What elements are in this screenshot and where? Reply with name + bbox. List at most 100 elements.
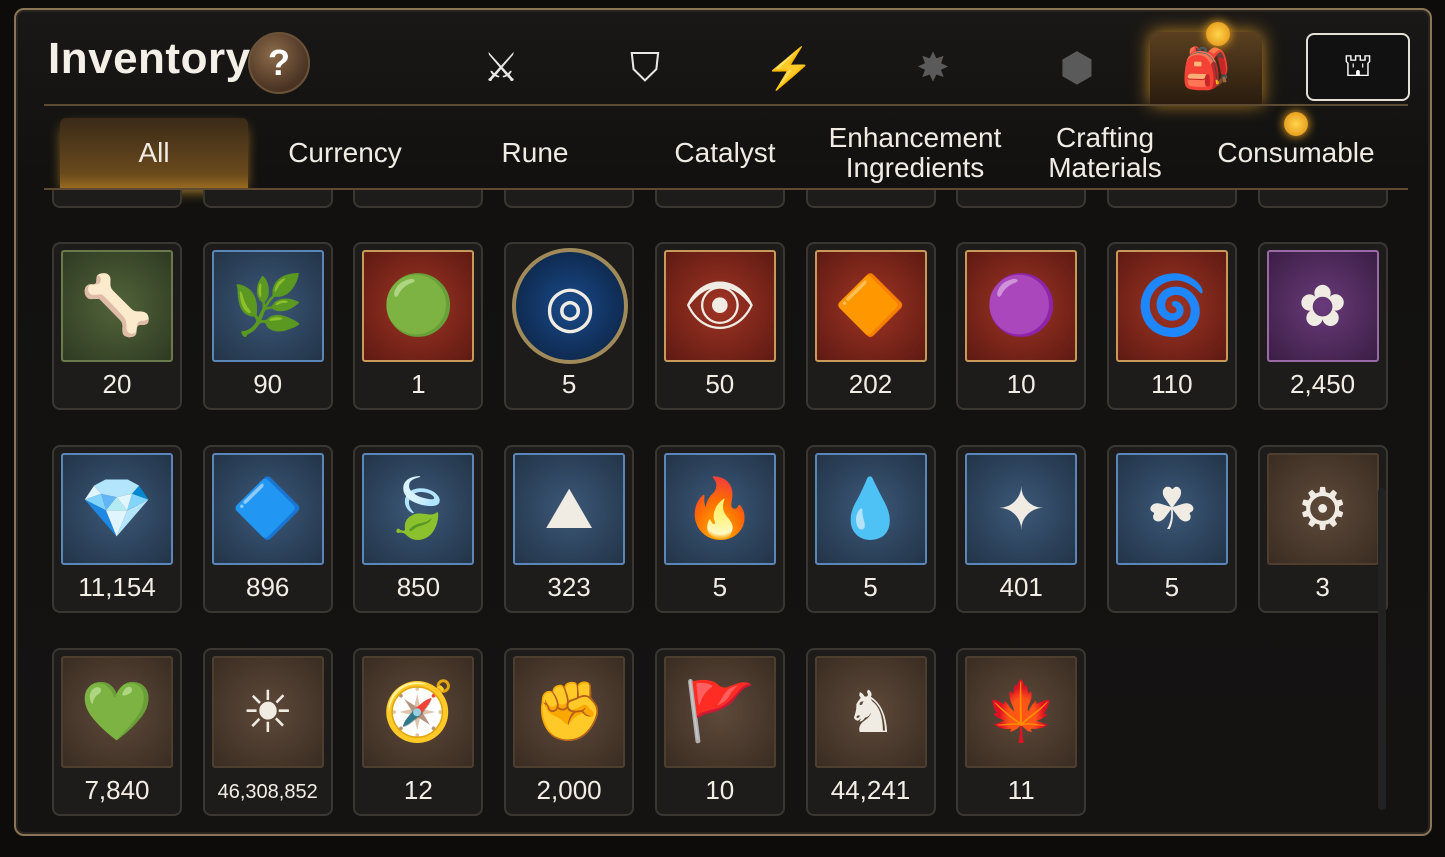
tab-label: Enhancement Ingredients: [828, 122, 1002, 183]
rune-orb-icon: ◎: [512, 248, 629, 364]
category-skill-button[interactable]: ⚡: [734, 32, 844, 104]
help-label: ?: [268, 42, 290, 83]
item-slot[interactable]: 💚 7,840: [52, 648, 182, 816]
item-count: 850: [396, 572, 441, 602]
item-count: 1: [411, 369, 426, 399]
item-slot[interactable]: 🍃 850: [353, 445, 484, 613]
partial-item-slot[interactable]: [956, 190, 1087, 208]
item-count: 46,308,852: [217, 781, 318, 803]
tab-all[interactable]: All: [60, 118, 248, 188]
fist-emblem-icon: ✊: [513, 656, 626, 768]
sun-coin-icon: ☀: [211, 656, 324, 768]
notification-dot: [1206, 22, 1230, 46]
item-count: 5: [1164, 572, 1180, 602]
page-title: Inventory: [48, 34, 251, 83]
coil-icon: 🌀: [1115, 250, 1228, 362]
category-bag-button[interactable]: 🎒: [1150, 32, 1262, 104]
item-count: 323: [547, 572, 591, 602]
partial-item-slot[interactable]: [52, 190, 182, 208]
item-slot[interactable]: 🌿 90: [202, 242, 333, 410]
item-count: 7,840: [84, 775, 150, 805]
root-icon: 🌿: [211, 250, 324, 362]
category-equipment-button[interactable]: ⚔: [446, 32, 556, 104]
war-banner-icon: 🚩: [663, 656, 776, 768]
partial-item-slot[interactable]: [654, 190, 785, 208]
tab-label: Catalyst: [674, 137, 776, 168]
disc-icon: 🟣: [965, 250, 1078, 362]
tab-currency[interactable]: Currency: [250, 118, 440, 188]
tab-label: Consumable: [1217, 137, 1375, 168]
claw-icon: 🦴: [61, 250, 173, 362]
flower-ring-icon: ✿: [1266, 250, 1379, 362]
item-slot[interactable]: 🔶 202: [805, 242, 936, 410]
item-slot[interactable]: 🍁 11: [956, 648, 1087, 816]
red-leaf-icon: 🍁: [965, 656, 1078, 768]
item-count: 2,450: [1290, 369, 1356, 399]
crossed-shield-icon: ⛉: [630, 45, 660, 90]
item-slot[interactable]: ☘ 5: [1106, 445, 1237, 613]
help-button[interactable]: ?: [248, 32, 310, 94]
category-emblem-button[interactable]: ✸: [878, 32, 988, 104]
item-slot[interactable]: ⛰ 323: [504, 445, 635, 613]
tab-bar: All Currency Rune Catalyst Enhancement I…: [60, 118, 1400, 188]
tab-label: Currency: [288, 137, 402, 168]
item-slot[interactable]: 🚩 10: [654, 648, 785, 816]
category-cube-button[interactable]: ⬢: [1022, 32, 1132, 104]
item-count: 10: [705, 775, 735, 805]
eye-crest-icon: 👁: [663, 250, 776, 362]
item-count: 10: [1006, 369, 1036, 399]
item-slot[interactable]: 🟢 1: [353, 242, 484, 410]
item-slot[interactable]: 🟣 10: [956, 242, 1087, 410]
partial-item-slot[interactable]: [504, 190, 635, 208]
item-slot[interactable]: ✦ 401: [956, 445, 1087, 613]
item-count: 11: [1007, 775, 1035, 805]
tab-catalyst[interactable]: Catalyst: [630, 118, 820, 188]
leaf-icon: 🍃: [362, 453, 475, 565]
item-slot[interactable]: 💧 5: [805, 445, 936, 613]
partial-item-slot[interactable]: [805, 190, 936, 208]
item-count: 12: [403, 775, 433, 805]
item-slot[interactable]: ✿ 2,450: [1257, 242, 1388, 410]
storage-button[interactable]: ⛫: [1306, 33, 1410, 101]
tab-crafting-materials[interactable]: Crafting Materials: [1010, 118, 1200, 188]
item-count: 5: [561, 369, 577, 399]
item-count: 90: [253, 369, 283, 399]
knight-piece-icon: ♞: [814, 656, 927, 768]
backpack-icon: 🎒: [1181, 46, 1231, 91]
scrollbar[interactable]: [1378, 488, 1386, 810]
item-count: 401: [999, 572, 1043, 602]
item-count: 50: [705, 369, 735, 399]
tab-label: All: [138, 137, 170, 168]
item-slot[interactable]: ♞ 44,241: [805, 648, 936, 816]
diamond-icon: 💎: [61, 453, 173, 565]
item-slot[interactable]: 🌀 110: [1106, 242, 1237, 410]
item-slot[interactable]: 💎 11,154: [52, 445, 182, 613]
item-count: 5: [863, 572, 878, 602]
storage-icon: ⛫: [1343, 46, 1373, 83]
item-count: 11,154: [78, 572, 156, 602]
compass-stone-icon: 🧭: [362, 656, 475, 768]
partial-item-slot[interactable]: [202, 190, 333, 208]
partial-item-slot[interactable]: [1106, 190, 1237, 208]
item-slot[interactable]: ⚙ 3: [1257, 445, 1388, 613]
partial-item-slot[interactable]: [1257, 190, 1388, 208]
item-count: 202: [848, 369, 893, 399]
item-slot[interactable]: ☀ 46,308,852: [202, 648, 333, 816]
red-seal-icon: ⚙: [1266, 453, 1379, 565]
tab-enhancement-ingredients[interactable]: Enhancement Ingredients: [820, 118, 1010, 188]
partial-item-slot[interactable]: [353, 190, 484, 208]
tab-rune[interactable]: Rune: [440, 118, 630, 188]
item-slot[interactable]: ✊ 2,000: [504, 648, 635, 816]
category-artifact-button[interactable]: ⛉: [590, 32, 700, 104]
cube-icon: ⬢: [1059, 46, 1095, 90]
item-slot[interactable]: 🦴 20: [52, 242, 182, 410]
item-slot[interactable]: 🧭 12: [353, 648, 484, 816]
sword-shield-icon: ⚔: [483, 46, 519, 90]
item-count: 896: [245, 572, 290, 602]
crystal-shard-icon: 🔶: [814, 250, 927, 362]
item-slot[interactable]: 🔷 896: [202, 445, 333, 613]
item-slot[interactable]: ◎ 5: [504, 242, 635, 410]
notification-dot: [1284, 112, 1308, 136]
item-slot[interactable]: 👁 50: [654, 242, 785, 410]
item-slot[interactable]: 🔥 5: [654, 445, 785, 613]
